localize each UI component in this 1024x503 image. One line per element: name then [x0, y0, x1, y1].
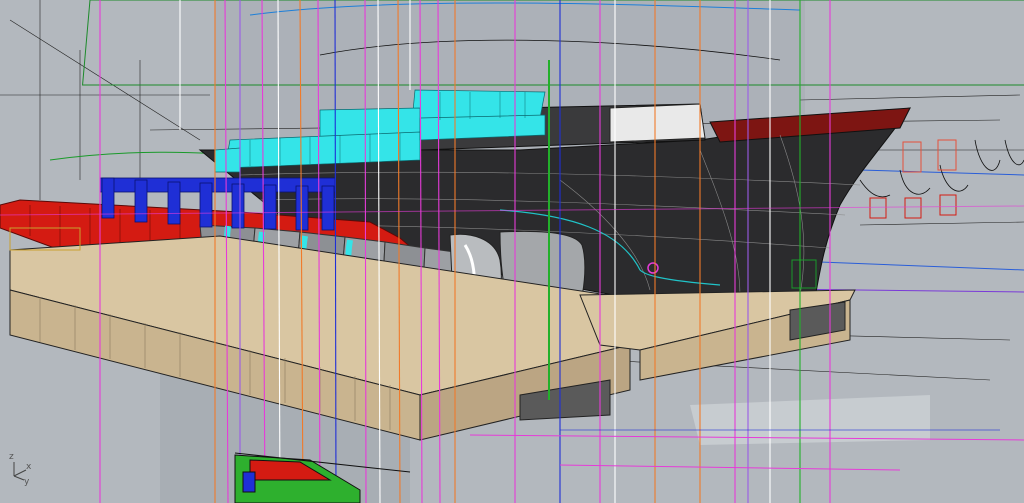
- axis-x-label: x: [26, 462, 32, 472]
- axis-z-label: z: [9, 452, 14, 462]
- rhino-3d-viewport[interactable]: x y z: [0, 0, 1024, 503]
- axis-y-label: y: [24, 477, 30, 487]
- deckhouse-window: [609, 103, 706, 143]
- cad-model-canvas: [0, 0, 1024, 503]
